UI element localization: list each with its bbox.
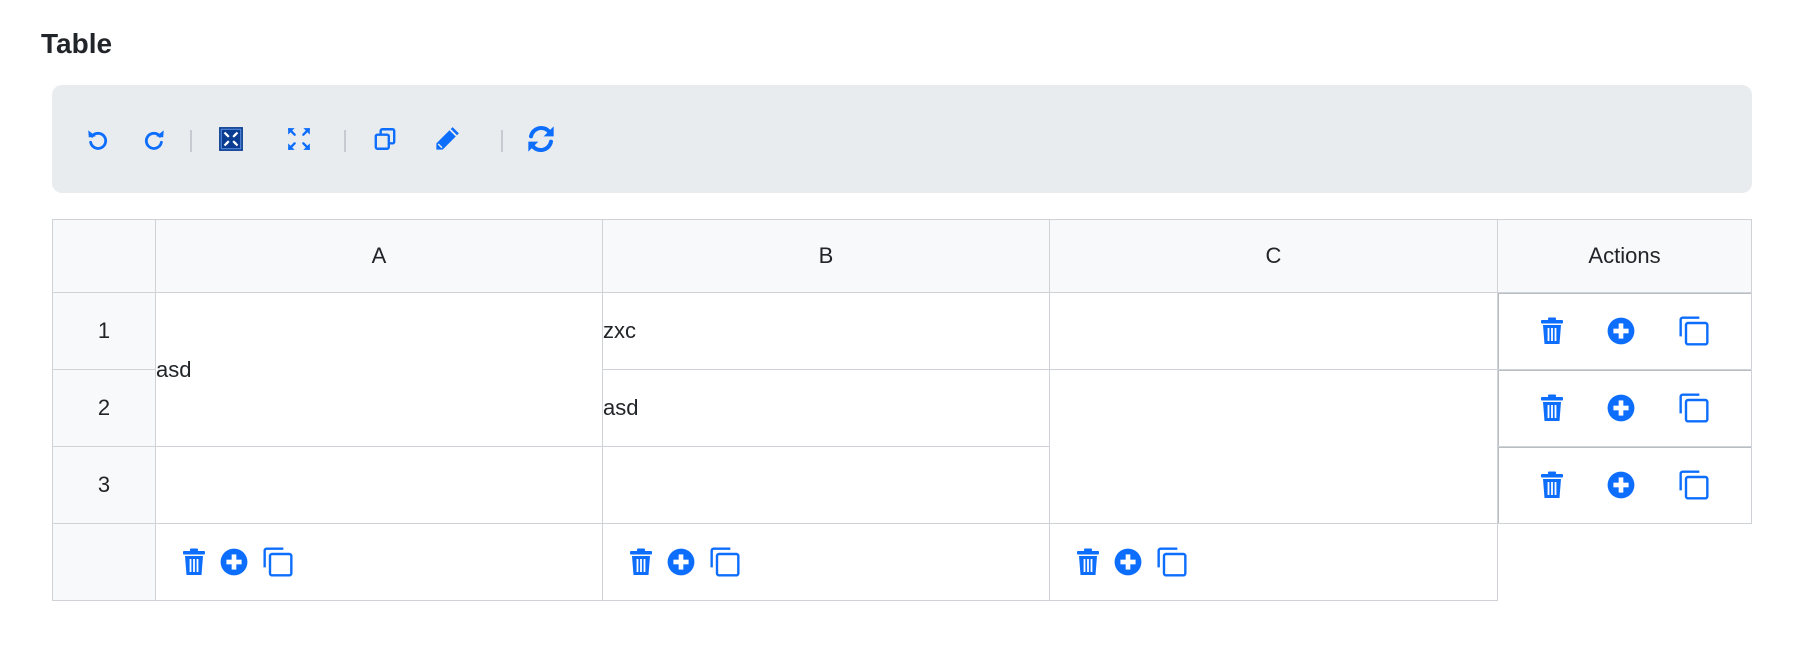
duplicate-icon xyxy=(1678,316,1709,346)
delete-column-button[interactable] xyxy=(629,548,653,576)
add-column-button[interactable] xyxy=(667,548,695,576)
toolbar-separator xyxy=(344,130,346,152)
duplicate-icon xyxy=(1678,393,1709,423)
redo-icon xyxy=(144,130,164,150)
duplicate-icon xyxy=(1678,470,1709,500)
page-title: Table xyxy=(41,28,113,59)
plus-circle-icon xyxy=(1114,548,1142,576)
delete-column-button[interactable] xyxy=(1076,548,1100,576)
row-number: 1 xyxy=(52,292,156,370)
duplicate-column-button[interactable] xyxy=(1156,546,1188,578)
row-number: 2 xyxy=(52,369,156,447)
column-actions xyxy=(1050,524,1497,600)
copy-icon xyxy=(374,128,396,150)
merge-cells-icon xyxy=(219,127,243,151)
redo-button[interactable] xyxy=(134,119,174,159)
edit-button[interactable] xyxy=(427,119,467,159)
column-actions-empty xyxy=(1497,523,1752,601)
data-table: A B C Actions 1 asd zxc 2 asd 3 xyxy=(52,219,1752,601)
undo-button[interactable] xyxy=(78,119,118,159)
toolbar-separator xyxy=(501,130,503,152)
trash-icon xyxy=(630,548,652,575)
table-row: 1 asd zxc xyxy=(52,292,1752,447)
add-row-button[interactable] xyxy=(1607,471,1635,499)
cell-b3[interactable] xyxy=(602,446,1050,524)
column-actions-b xyxy=(602,523,1050,601)
plus-circle-icon xyxy=(1607,471,1634,499)
table-header-row: A B C Actions xyxy=(52,219,1752,293)
merge-cells-button[interactable] xyxy=(211,119,251,159)
toolbar xyxy=(52,85,1752,193)
trash-icon xyxy=(183,548,205,575)
column-actions-row xyxy=(52,523,1752,601)
column-header-actions: Actions xyxy=(1497,219,1752,293)
refresh-icon xyxy=(528,126,554,152)
plus-circle-icon xyxy=(220,548,248,576)
trash-icon xyxy=(1540,317,1563,344)
duplicate-row-button[interactable] xyxy=(1678,392,1710,424)
duplicate-icon xyxy=(1157,547,1187,577)
add-column-button[interactable] xyxy=(220,548,248,576)
add-column-button[interactable] xyxy=(1114,548,1142,576)
column-actions-corner xyxy=(52,523,156,601)
split-cells-button[interactable] xyxy=(279,119,319,159)
plus-circle-icon xyxy=(1607,394,1634,422)
table-row: 3 xyxy=(52,446,1752,524)
column-header-c[interactable]: C xyxy=(1049,219,1498,293)
trash-icon xyxy=(1540,471,1563,498)
delete-row-button[interactable] xyxy=(1540,471,1564,499)
column-actions-a xyxy=(155,523,603,601)
delete-row-button[interactable] xyxy=(1540,317,1564,345)
cell-a3[interactable] xyxy=(155,446,603,524)
column-actions xyxy=(156,524,602,600)
refresh-button[interactable] xyxy=(521,119,561,159)
header-corner xyxy=(52,219,156,293)
undo-icon xyxy=(88,130,108,150)
cell-b2[interactable]: asd xyxy=(602,369,1050,447)
cell-b1[interactable]: zxc xyxy=(602,292,1050,370)
cell-c-merged[interactable] xyxy=(1049,369,1498,524)
copy-button[interactable] xyxy=(365,119,405,159)
row-actions-cell xyxy=(1497,369,1752,447)
column-header-b[interactable]: B xyxy=(602,219,1050,293)
edit-icon xyxy=(436,127,459,150)
cell-c1[interactable] xyxy=(1049,292,1498,370)
delete-row-button[interactable] xyxy=(1540,394,1564,422)
trash-icon xyxy=(1077,548,1099,575)
add-row-button[interactable] xyxy=(1607,394,1635,422)
column-actions xyxy=(603,524,1049,600)
duplicate-row-button[interactable] xyxy=(1678,315,1710,347)
toolbar-separator xyxy=(190,130,192,152)
duplicate-column-button[interactable] xyxy=(262,546,294,578)
duplicate-icon xyxy=(263,547,293,577)
split-cells-icon xyxy=(288,128,310,150)
plus-circle-icon xyxy=(667,548,695,576)
duplicate-column-button[interactable] xyxy=(709,546,741,578)
add-row-button[interactable] xyxy=(1607,317,1635,345)
row-actions xyxy=(1498,447,1751,523)
row-actions-cell xyxy=(1497,292,1752,370)
cell-a-merged[interactable]: asd xyxy=(155,292,603,447)
plus-circle-icon xyxy=(1607,317,1634,345)
duplicate-row-button[interactable] xyxy=(1678,469,1710,501)
row-actions xyxy=(1498,293,1751,369)
row-actions-cell xyxy=(1497,446,1752,524)
trash-icon xyxy=(1540,394,1563,421)
page: Table A B C Actions 1 asd zxc 2 asd 3 xyxy=(0,0,1806,668)
column-header-a[interactable]: A xyxy=(155,219,603,293)
column-actions-c xyxy=(1049,523,1498,601)
delete-column-button[interactable] xyxy=(182,548,206,576)
row-actions xyxy=(1498,370,1751,446)
duplicate-icon xyxy=(710,547,740,577)
row-number: 3 xyxy=(52,446,156,524)
